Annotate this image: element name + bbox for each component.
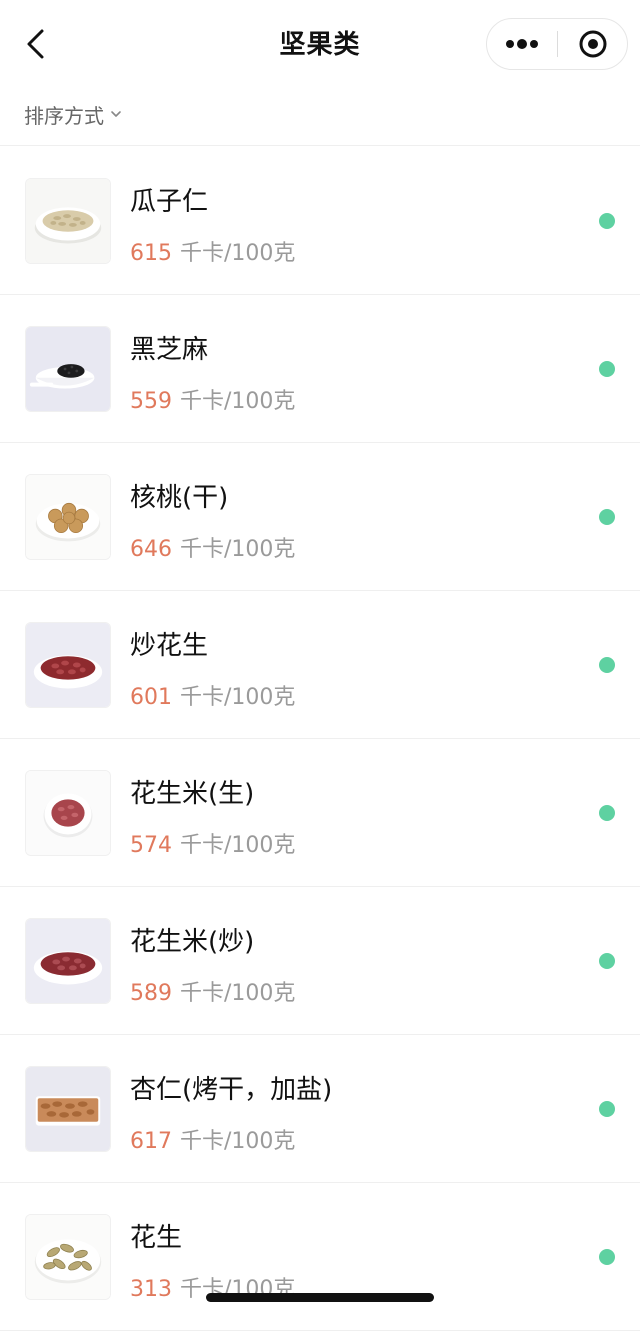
calorie-value: 617	[130, 1129, 172, 1154]
calorie-value: 313	[130, 1277, 172, 1302]
food-name: 花生米(炒)	[130, 927, 255, 957]
calorie-unit: 千卡/100克	[180, 833, 296, 858]
status-dot	[599, 361, 615, 377]
status-dot	[599, 1101, 615, 1117]
status-dot	[599, 1249, 615, 1265]
more-dots-icon	[506, 39, 538, 49]
calorie-unit: 千卡/100克	[180, 389, 296, 414]
food-image	[25, 474, 111, 560]
calorie-value: 574	[130, 833, 172, 858]
food-name: 黑芝麻	[130, 335, 209, 365]
sort-bar: 排序方式	[0, 88, 640, 146]
home-indicator[interactable]	[206, 1293, 434, 1302]
food-image	[25, 918, 111, 1004]
food-image	[25, 326, 111, 412]
status-dot	[599, 509, 615, 525]
food-name: 核桃(干)	[130, 483, 229, 513]
calorie-unit: 千卡/100克	[180, 537, 296, 562]
food-name: 花生	[130, 1223, 183, 1253]
food-name: 花生米(生)	[130, 779, 255, 809]
food-image	[25, 622, 111, 708]
calorie-value: 589	[130, 981, 172, 1006]
food-image	[25, 770, 111, 856]
status-dot	[599, 805, 615, 821]
navigation-bar: 坚果类	[0, 0, 640, 88]
food-name: 炒花生	[130, 631, 209, 661]
calorie-unit: 千卡/100克	[180, 241, 296, 266]
list-item[interactable]: 花生 313 千卡/100克	[0, 1183, 640, 1331]
status-dot	[599, 657, 615, 673]
miniprogram-capsule	[486, 18, 628, 70]
sort-dropdown[interactable]: 排序方式	[24, 100, 122, 128]
close-miniprogram-button[interactable]	[558, 19, 628, 69]
calorie-info: 559 千卡/100克	[130, 383, 295, 415]
calorie-unit: 千卡/100克	[180, 981, 296, 1006]
food-image	[25, 1214, 111, 1300]
calorie-info: 615 千卡/100克	[130, 235, 295, 267]
status-dot	[599, 953, 615, 969]
list-item[interactable]: 瓜子仁 615 千卡/100克	[0, 147, 640, 295]
list-item[interactable]: 黑芝麻 559 千卡/100克	[0, 295, 640, 443]
food-name: 瓜子仁	[130, 187, 209, 217]
calorie-info: 574 千卡/100克	[130, 827, 295, 859]
chevron-down-icon	[111, 111, 121, 117]
target-circle-icon	[579, 30, 607, 58]
food-image	[25, 178, 111, 264]
calorie-value: 615	[130, 241, 172, 266]
calorie-unit: 千卡/100克	[180, 1129, 296, 1154]
calorie-info: 646 千卡/100克	[130, 531, 295, 563]
calorie-unit: 千卡/100克	[180, 685, 296, 710]
list-item[interactable]: 花生米(炒) 589 千卡/100克	[0, 887, 640, 1035]
list-item[interactable]: 花生米(生) 574 千卡/100克	[0, 739, 640, 887]
more-button[interactable]	[487, 19, 557, 69]
calorie-value: 646	[130, 537, 172, 562]
list-item[interactable]: 核桃(干) 646 千卡/100克	[0, 443, 640, 591]
sort-label: 排序方式	[24, 103, 104, 128]
list-item[interactable]: 炒花生 601 千卡/100克	[0, 591, 640, 739]
calorie-value: 601	[130, 685, 172, 710]
list-item[interactable]: 杏仁(烤干，加盐) 617 千卡/100克	[0, 1035, 640, 1183]
food-name: 杏仁(烤干，加盐)	[130, 1075, 333, 1105]
calorie-value: 559	[130, 389, 172, 414]
calorie-info: 589 千卡/100克	[130, 975, 295, 1007]
food-image	[25, 1066, 111, 1152]
calorie-info: 617 千卡/100克	[130, 1123, 295, 1155]
calorie-info: 601 千卡/100克	[130, 679, 295, 711]
food-list: 瓜子仁 615 千卡/100克 黑芝麻 559 千卡/100克 核桃(干) 64…	[0, 147, 640, 1331]
status-dot	[599, 213, 615, 229]
